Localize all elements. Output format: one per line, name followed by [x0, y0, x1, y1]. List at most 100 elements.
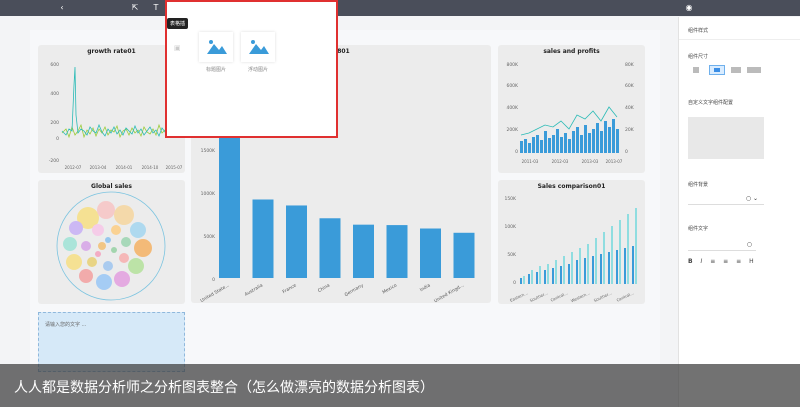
custom-preview[interactable] [688, 117, 764, 159]
open-icon[interactable]: ⇱ [130, 3, 140, 13]
country-x-label: Mexico [381, 282, 398, 295]
toolbar-tooltip: 表格插 [167, 18, 189, 29]
preview-icon[interactable]: ◉ [684, 3, 694, 13]
country-bar [219, 137, 240, 278]
panel-section-title: 组件样式 [688, 28, 709, 34]
country-x-label: India [419, 282, 432, 293]
comparison-chart: 150K 100K 50K 0 Eastern... Souther... Ce… [504, 196, 637, 303]
country-bar [353, 224, 374, 278]
profits-bars [520, 119, 619, 153]
growth-x-tick: 2014-01 [116, 165, 133, 170]
country-y-tick: 500K [203, 234, 216, 240]
growth-y-tick: 400 [50, 91, 59, 97]
text-tool-icon[interactable]: T [151, 3, 161, 13]
country-x-label: United State... [199, 283, 230, 303]
align-right-button[interactable]: ≡ [736, 258, 741, 265]
comparison-x-tick: Souther... [529, 290, 549, 303]
growth-chart: 600 400 200 0 -200 2012-07 2013-04 2014-… [49, 62, 183, 170]
global-sales-card[interactable]: Global sales [38, 180, 185, 304]
top-toolbar: ‹ ⇱ T ◉ [0, 0, 800, 16]
comparison-x-tick: Central... [550, 290, 569, 302]
country-bar [386, 225, 408, 278]
text-box-placeholder: 请输入您的文字 ... [45, 322, 87, 328]
growth-line-b [61, 66, 175, 137]
mountain-icon [249, 40, 269, 54]
profits-y-right: 20K [625, 127, 635, 133]
country-bar [420, 228, 441, 278]
country-x-label: Australia [244, 282, 264, 297]
bg-color-picker[interactable]: ○ ⌄ [688, 193, 764, 205]
global-bubble-chart [56, 191, 166, 301]
format-toolbar: B I ≡ ≡ ≡ H [688, 258, 754, 265]
comparison-y-tick: 50K [507, 252, 517, 258]
size-medium-button[interactable] [709, 65, 725, 75]
growth-rate-card[interactable]: growth rate01 600 400 200 0 -200 2012-07… [38, 45, 185, 173]
title-image-label: 标题图片 [205, 67, 226, 73]
profits-y-right: 60K [625, 83, 635, 89]
profits-y-left: 0 [515, 149, 518, 155]
comparison-y-tick: 0 [513, 280, 516, 286]
growth-x-tick: 2013-04 [90, 165, 107, 170]
caption-text: 人人都是数据分析师之分析图表整合（怎么做漂亮的数据分析图表） [14, 380, 434, 396]
country-y-tick: 1000K [201, 191, 216, 197]
floating-image-option[interactable] [241, 32, 275, 62]
italic-button[interactable]: I [701, 258, 703, 265]
custom-label: 自定义文字组件配置 [688, 100, 734, 106]
profits-y-right: 80K [625, 62, 635, 68]
growth-y-tick: 200 [50, 120, 59, 126]
size-small-button[interactable] [693, 67, 699, 73]
growth-x-tick: 2012-07 [65, 165, 82, 170]
comparison-x-tick: Central... [616, 290, 635, 302]
size-label: 组件尺寸 [688, 54, 709, 60]
profits-y-right: 0 [625, 149, 628, 155]
country-y-tick: 0 [212, 277, 215, 283]
growth-y-tick: 0 [56, 136, 59, 142]
profits-y-left: 200K [506, 127, 519, 133]
sales-profits-card[interactable]: sales and profits 800K 600K 400K 200K 0 … [498, 45, 645, 173]
profits-x-tick: 2013-03 [582, 159, 599, 164]
sales-comparison-card[interactable]: Sales comparison01 150K 100K 50K 0 Easte… [498, 180, 645, 304]
bold-button[interactable]: B [688, 258, 693, 265]
text-box-widget[interactable]: 请输入您的文字 ... [38, 312, 185, 372]
color-circle-icon: ○ ⌄ [745, 195, 758, 202]
text-label: 组件文字 [688, 226, 709, 232]
text-color-picker[interactable]: ○ [688, 239, 756, 251]
align-left-button[interactable]: ≡ [710, 258, 715, 265]
properties-panel: 组件样式 组件尺寸 自定义文字组件配置 组件背景 ○ ⌄ 组件文字 ○ B I … [678, 17, 800, 407]
heading-button[interactable]: H [749, 258, 754, 265]
country-bar [453, 232, 475, 278]
bubbles [63, 201, 152, 290]
country-x-label: Germany [344, 282, 365, 298]
profits-y-left: 800K [506, 62, 519, 68]
country-x-label: China [317, 282, 331, 294]
divider [679, 39, 800, 40]
profits-x-tick: 2011-03 [522, 159, 539, 164]
size-xlarge-button[interactable] [747, 67, 761, 73]
floating-image-label: 浮动图片 [247, 67, 268, 73]
country-bar [286, 205, 307, 278]
country-bar [252, 199, 274, 278]
comparison-y-tick: 100K [504, 224, 517, 230]
growth-x-tick: 2015-07 [166, 165, 183, 170]
profits-chart: 800K 600K 400K 200K 0 80K 60K 40K 20K 0 … [506, 62, 635, 164]
comparison-x-tick: Western... [570, 290, 590, 303]
comparison-x-tick: Souther... [593, 290, 613, 303]
title-image-option[interactable] [199, 32, 233, 62]
profits-line [520, 106, 618, 136]
comparison-bars [520, 208, 637, 284]
country-x-label: United Kingd... [433, 283, 465, 303]
country-x-label: France [282, 282, 298, 295]
country-y-tick: 1500K [201, 148, 216, 154]
profits-y-left: 400K [506, 105, 519, 111]
growth-y-tick: 600 [50, 62, 59, 68]
back-icon[interactable]: ‹ [57, 3, 67, 13]
comparison-x-tick: Eastern... [509, 290, 528, 303]
bg-label: 组件背景 [688, 182, 709, 188]
profits-y-right: 40K [625, 105, 635, 111]
size-large-button[interactable] [731, 67, 741, 73]
growth-y-tick: -200 [49, 158, 59, 164]
profits-x-tick: 2013-07 [606, 159, 623, 164]
growth-line-a [61, 123, 175, 139]
align-center-button[interactable]: ≡ [723, 258, 728, 265]
growth-x-tick: 2014-10 [142, 165, 159, 170]
